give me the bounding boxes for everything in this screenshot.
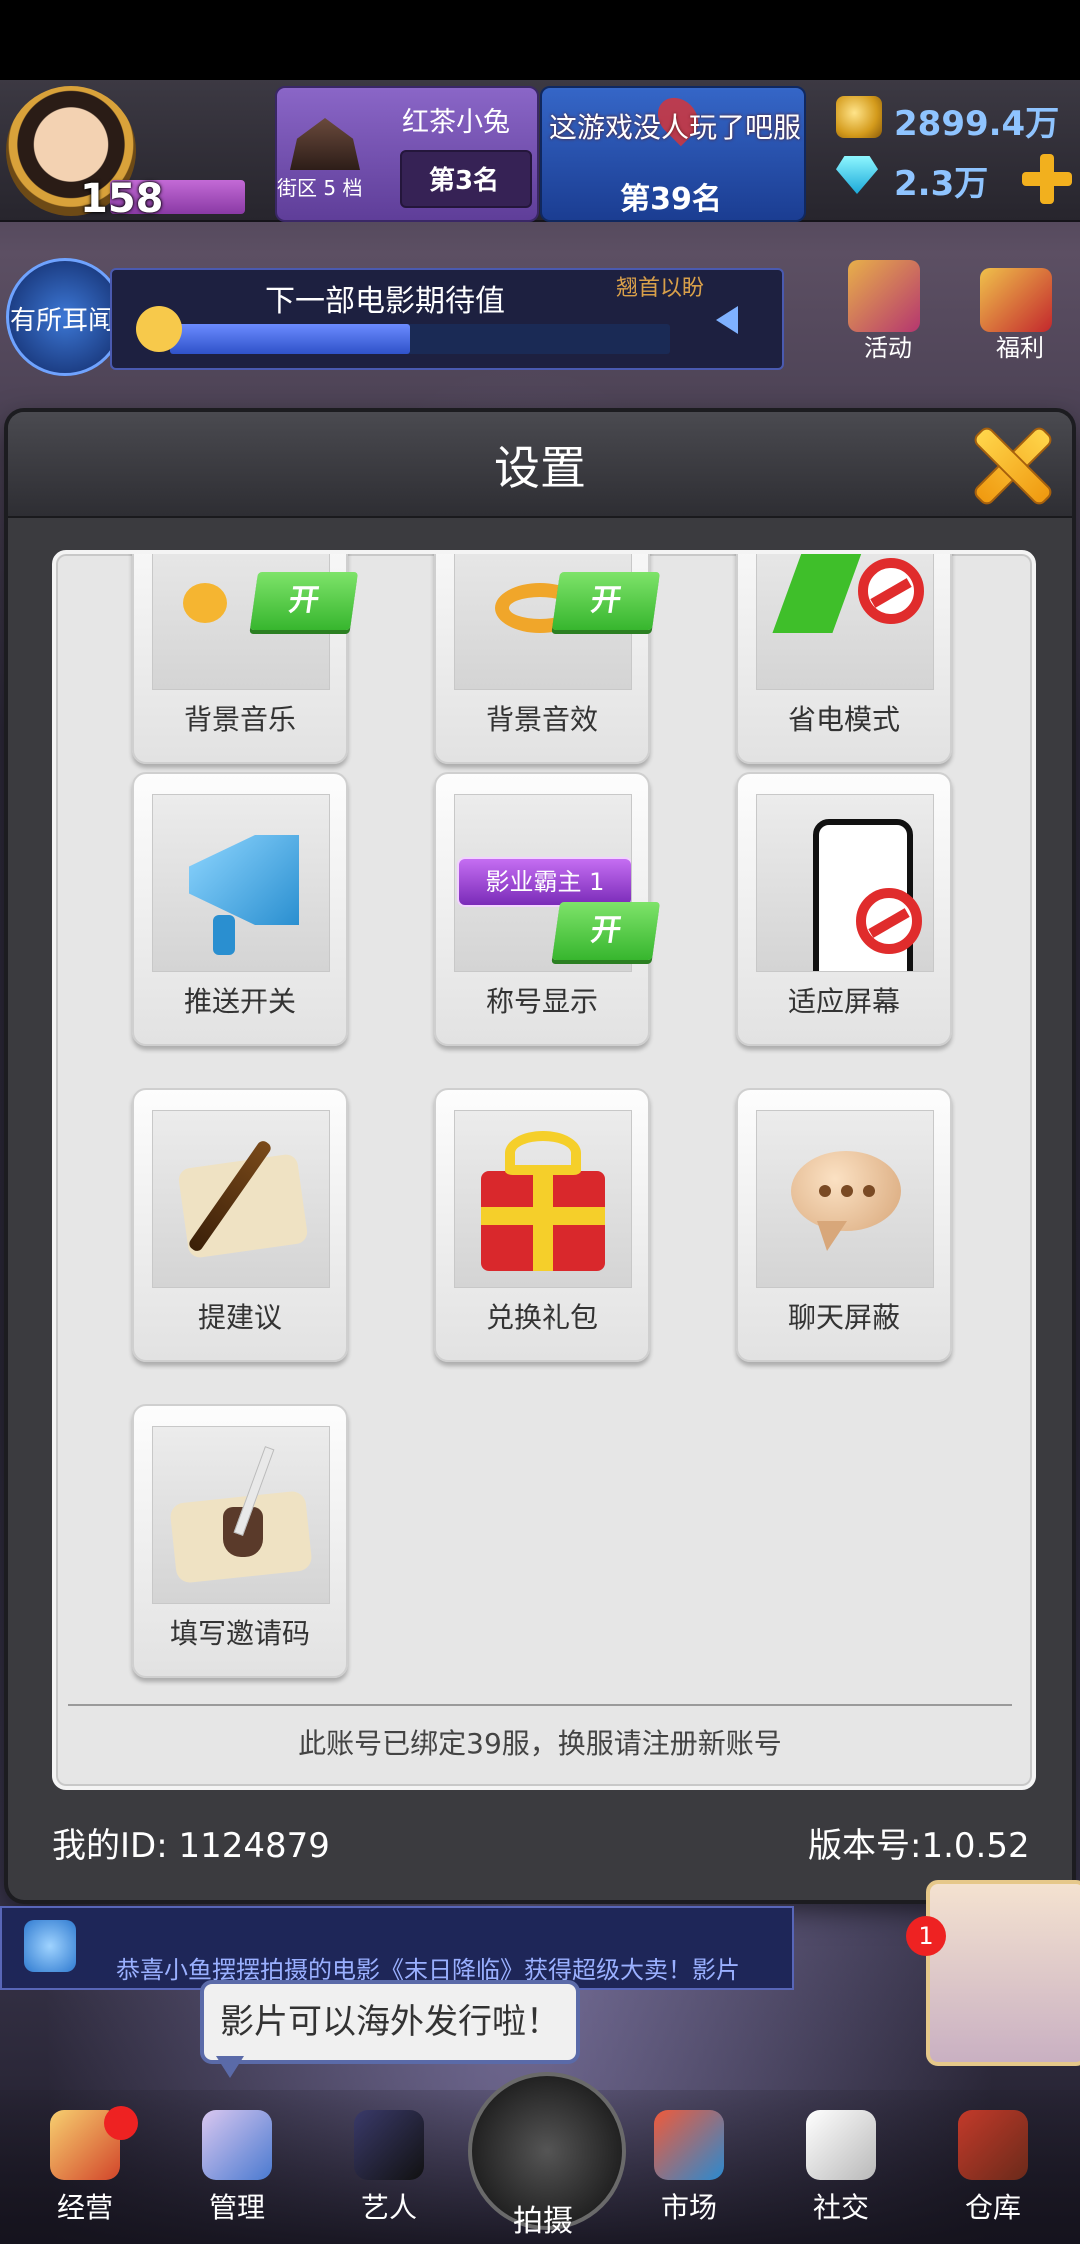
settings-title: 设置	[494, 441, 586, 495]
arrow-left-icon[interactable]	[716, 306, 738, 334]
nav-label: 社交	[812, 2191, 869, 2224]
nav-label: 仓库	[964, 2191, 1021, 2224]
loudspeaker-icon	[24, 1920, 76, 1972]
disabled-icon	[858, 558, 924, 624]
nav-label: 市场	[660, 2191, 717, 2224]
movie-expectation-hint: 翘首以盼	[616, 276, 705, 301]
notification-badge: 1	[906, 1916, 946, 1956]
tile-power-saving[interactable]: 省电模式	[736, 554, 952, 764]
activity-gift-icon[interactable]	[848, 260, 920, 332]
pie-chart-icon	[654, 2110, 724, 2180]
divider	[68, 1704, 1012, 1706]
tile-label: 适应屏幕	[787, 985, 900, 1018]
nav-market[interactable]: 市场	[634, 2110, 744, 2226]
news-label: 有所耳闻	[9, 306, 114, 336]
chat-bubble-icon	[756, 1110, 934, 1288]
tile-background-music[interactable]: 开 背景音乐	[132, 554, 359, 764]
nav-label: 艺人	[360, 2191, 417, 2224]
tile-label: 兑换礼包	[485, 1301, 598, 1334]
district-name: 红茶小兔	[402, 107, 510, 138]
title-badge-text: 影业霸主 1	[457, 857, 631, 907]
toggle-on-badge[interactable]: 开	[551, 572, 661, 630]
tooltip-tail	[216, 2056, 244, 2078]
movie-expectation-title: 下一部电影期待值	[265, 284, 505, 319]
gold-coins-icon	[836, 96, 882, 138]
close-button[interactable]	[970, 424, 1054, 508]
tile-label: 背景音效	[485, 703, 598, 736]
toggle-on-badge[interactable]: 开	[249, 572, 359, 630]
settings-grid: 开 背景音乐 开 背景音效 省电模式 推送开关 影业霸主 1 开 称号显示 适应…	[52, 550, 1036, 1790]
nav-social[interactable]: 社交	[786, 2110, 896, 2226]
server-rank: 第39名	[620, 182, 722, 217]
nav-shoot-label: 拍摄	[513, 2204, 573, 2239]
movie-progress-fill	[170, 324, 410, 354]
account-bind-note: 此账号已绑定39服，换服请注册新账号	[298, 1727, 782, 1760]
tile-title-display[interactable]: 影业霸主 1 开 称号显示	[434, 772, 661, 1046]
tile-label: 填写邀请码	[169, 1617, 310, 1650]
add-currency-button[interactable]	[1022, 154, 1072, 204]
character-card[interactable]	[926, 1880, 1080, 2066]
warehouse-icon	[958, 2110, 1028, 2180]
tile-sound-effects[interactable]: 开 背景音效	[434, 554, 661, 764]
district-tier: 街区 5 档	[277, 176, 363, 200]
welfare-gift-icon[interactable]	[980, 268, 1052, 332]
tile-redeem-gift[interactable]: 兑换礼包	[434, 1088, 650, 1362]
status-bar	[0, 0, 1080, 80]
tile-label: 聊天屏蔽	[787, 1301, 900, 1334]
welfare-label: 福利	[996, 334, 1044, 362]
tile-invite-code[interactable]: 填写邀请码	[132, 1404, 348, 1678]
nav-warehouse[interactable]: 仓库	[938, 2110, 1048, 2226]
my-id: 我的ID: 1124879	[52, 1826, 330, 1866]
player-level: 158	[80, 176, 164, 222]
tile-push-toggle[interactable]: 推送开关	[132, 772, 348, 1046]
agent-icon	[354, 2110, 424, 2180]
tile-label: 背景音乐	[183, 703, 296, 736]
quill-scroll-icon	[152, 1110, 330, 1288]
nav-management[interactable]: 管理	[182, 2110, 292, 2226]
tile-suggestion[interactable]: 提建议	[132, 1088, 348, 1362]
nav-label: 管理	[208, 2191, 265, 2224]
nav-artists[interactable]: 艺人	[334, 2110, 444, 2226]
ink-scroll-icon	[152, 1426, 330, 1604]
tile-label: 推送开关	[183, 985, 296, 1018]
tile-adapt-screen[interactable]: 适应屏幕	[736, 772, 952, 1046]
gold-amount: 2899.4万	[894, 104, 1060, 144]
activity-label: 活动	[864, 334, 912, 362]
tile-chat-block[interactable]: 聊天屏蔽	[736, 1088, 952, 1362]
alert-dot	[104, 2106, 138, 2140]
hint-tooltip: 影片可以海外发行啦！	[200, 1980, 580, 2064]
gem-amount: 2.3万	[894, 164, 989, 204]
gift-box-icon	[454, 1110, 632, 1288]
coffee-cup-icon	[806, 2110, 876, 2180]
megaphone-icon	[152, 794, 330, 972]
toggle-on-badge[interactable]: 开	[551, 902, 661, 960]
smiley-face-icon	[136, 306, 182, 352]
disabled-icon	[856, 888, 922, 954]
district-rank: 第3名	[428, 166, 500, 196]
tile-label: 提建议	[197, 1301, 282, 1334]
version-number: 版本号:1.0.52	[808, 1826, 1030, 1866]
tile-label: 称号显示	[485, 985, 598, 1018]
gear-icon	[202, 2110, 272, 2180]
server-name: 这游戏没人玩了吧服	[548, 111, 801, 144]
nav-label: 经营	[56, 2191, 113, 2224]
tile-label: 省电模式	[787, 703, 900, 736]
